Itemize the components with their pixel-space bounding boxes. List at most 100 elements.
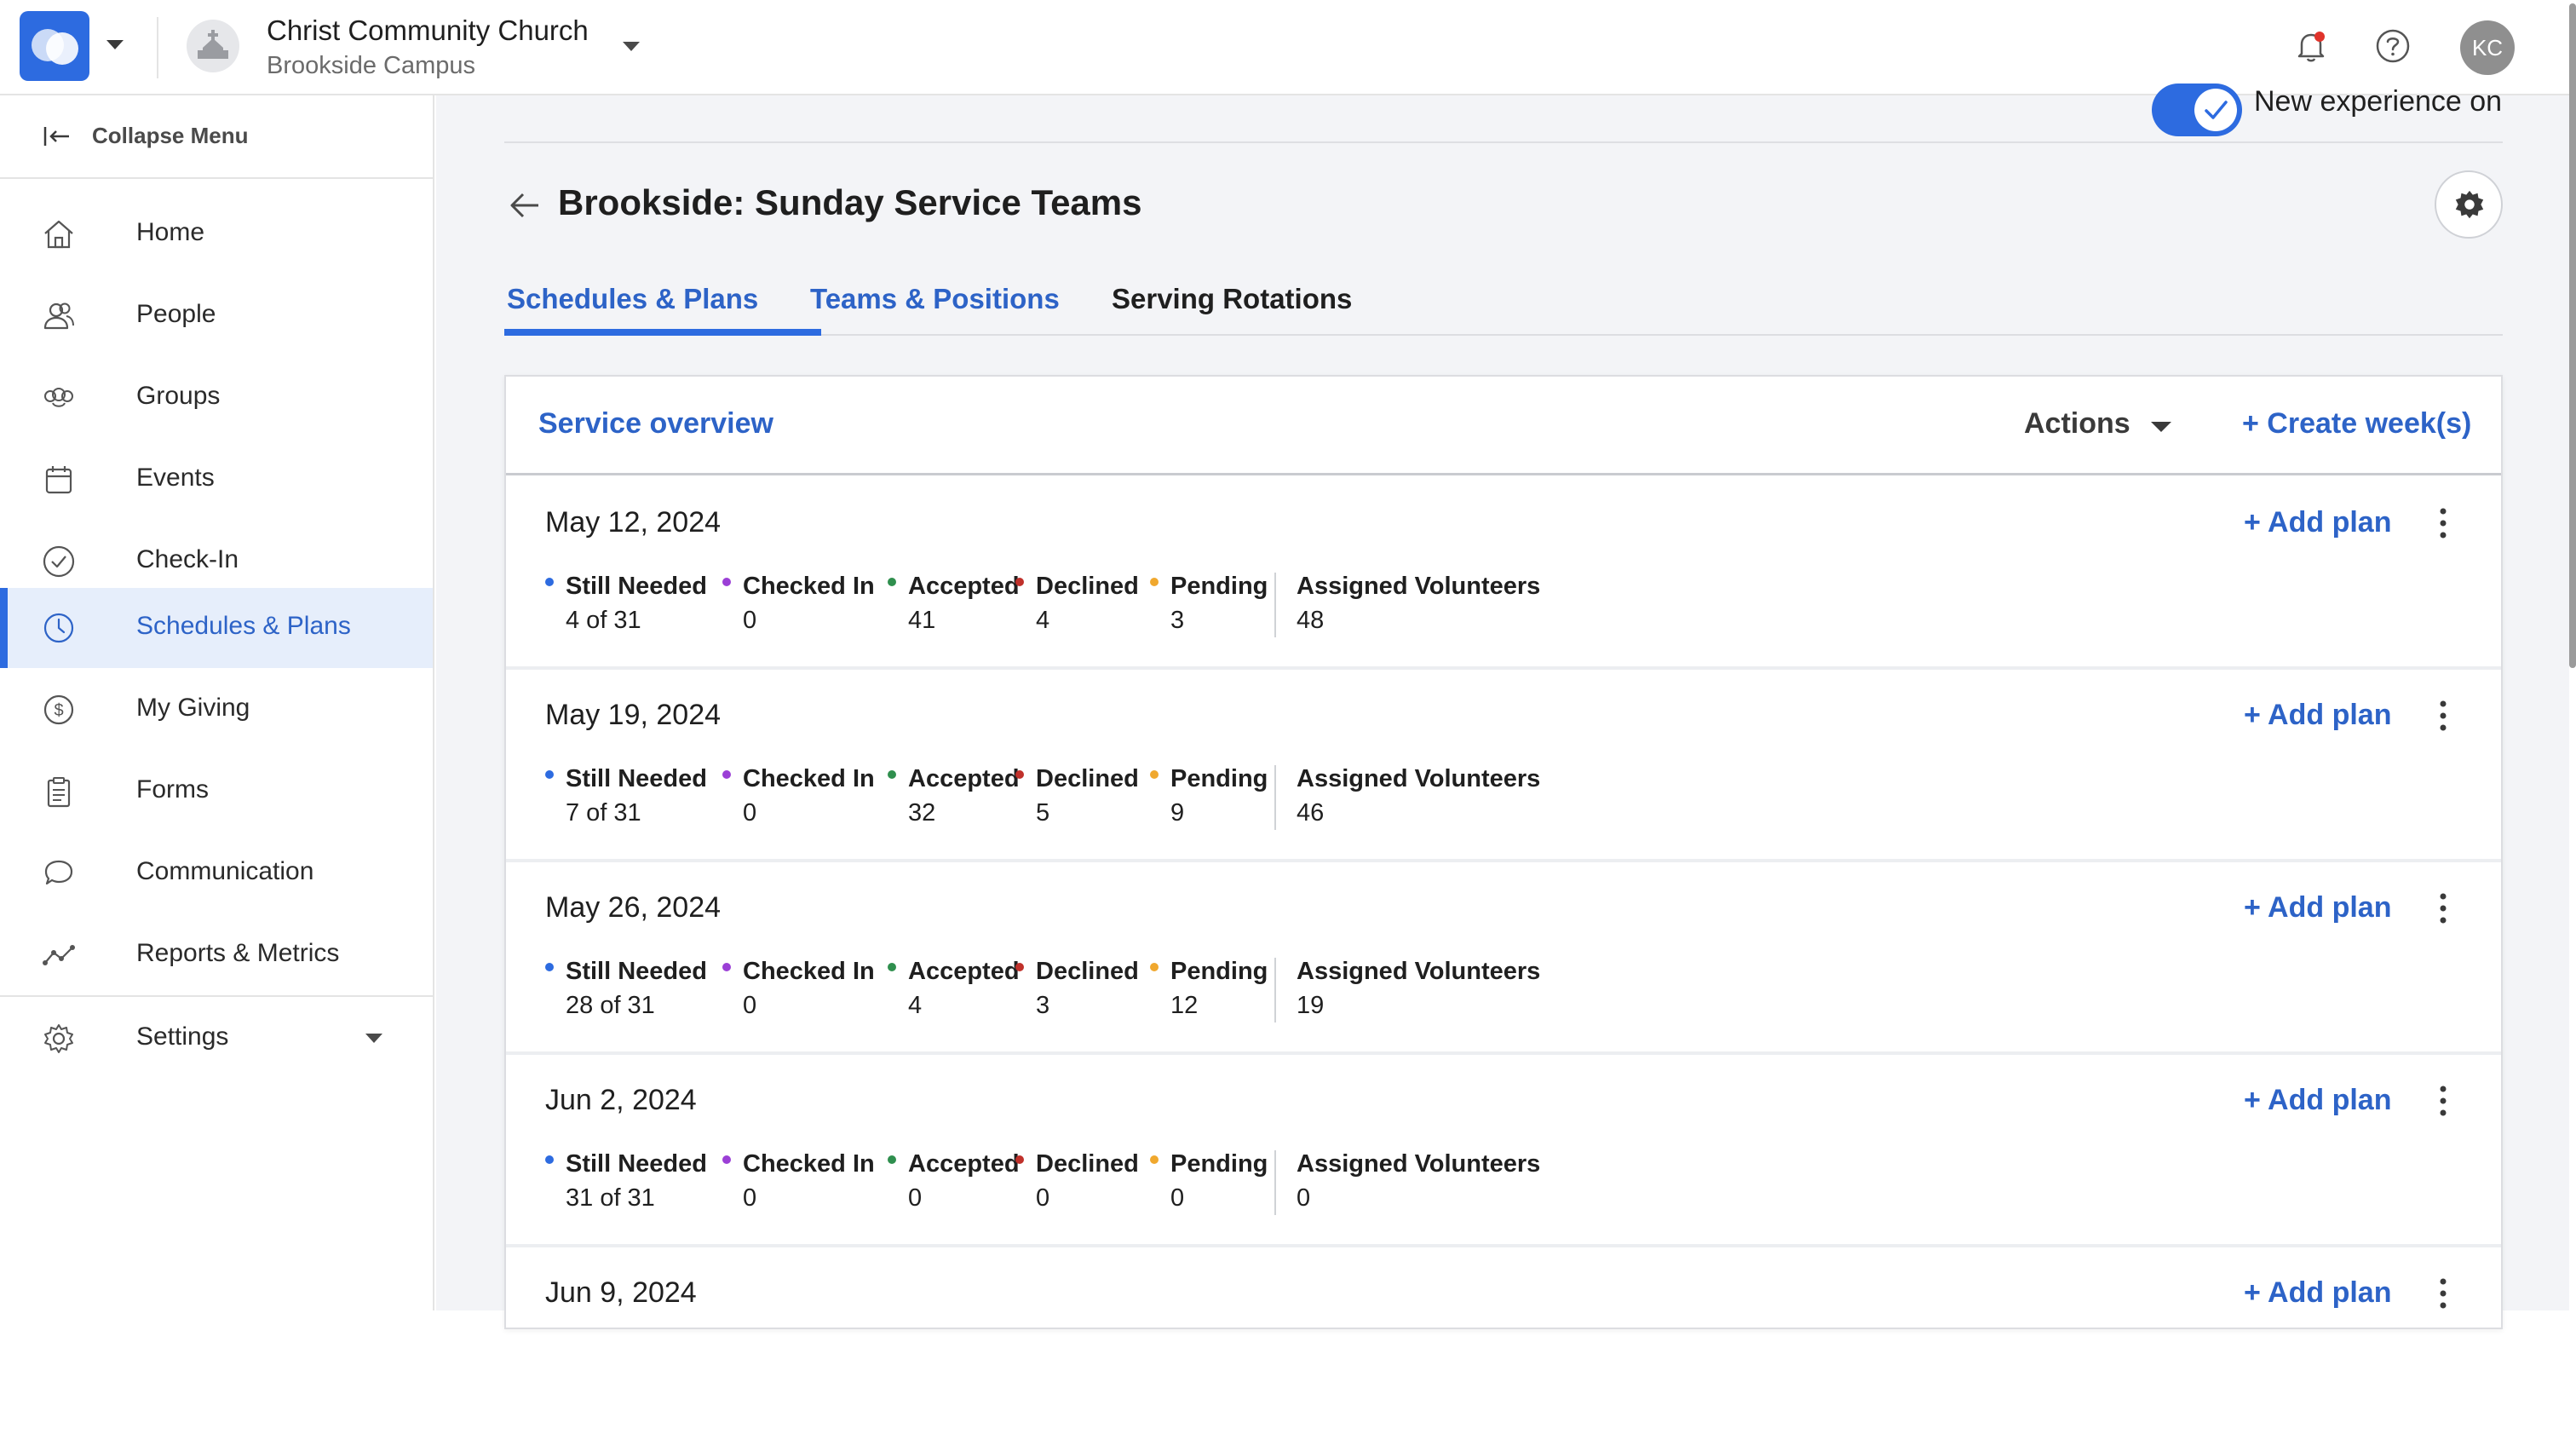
stat-value: 41 [908,607,936,634]
sidebar-item-label: Reports & Metrics [136,939,340,967]
sidebar-item-label: Check-In [136,545,239,573]
chevron-down-icon[interactable] [2150,421,2172,433]
question-icon [2376,29,2410,63]
stat-label: Pending [1170,573,1268,600]
more-options-icon[interactable] [2435,1276,2452,1310]
home-icon [44,220,73,249]
church-icon [198,30,228,59]
clipboard-icon [47,777,71,808]
sidebar-item-people[interactable]: People [0,276,433,356]
checkmark-icon [2205,101,2228,119]
status-dot [545,1155,554,1164]
sidebar-item-events[interactable]: Events [0,440,433,520]
help-button[interactable] [2373,26,2412,66]
metrics-icon [43,945,75,965]
collapse-menu-label: Collapse Menu [92,123,249,148]
tab-teams-positions[interactable]: Teams & Positions [810,283,1060,315]
campus-name[interactable]: Brookside Campus [267,52,475,80]
stat-value: 0 [743,1184,757,1212]
sidebar-item-groups[interactable]: Groups [0,358,433,438]
stat-label: Still Needed [566,1150,707,1178]
status-dot [545,770,554,779]
stat-label: Still Needed [566,958,707,985]
stat-value: 7 of 31 [566,799,641,827]
status-dot [888,963,896,971]
stat-divider [1274,1150,1276,1215]
tab-serving-rotations[interactable]: Serving Rotations [1112,283,1352,315]
week-date[interactable]: May 26, 2024 [545,891,721,924]
stat-value: 19 [1297,992,1325,1019]
status-dot [888,578,896,586]
app-logo[interactable] [20,11,89,81]
dollar-icon: $ [43,694,74,725]
status-dot [722,1155,731,1164]
more-options-icon[interactable] [2435,891,2452,925]
sidebar-item-label: Forms [136,775,209,804]
add-plan-button[interactable]: + Add plan [2244,506,2391,539]
sidebar-item-label: My Giving [136,694,250,722]
status-dot [1015,1155,1024,1164]
stat-label: Pending [1170,1150,1268,1178]
status-dot [545,578,554,586]
page-settings-button[interactable] [2435,170,2503,239]
stat-value: 3 [1036,992,1050,1019]
stat-label: Checked In [743,1150,875,1178]
sidebar-item-label: Events [136,464,215,492]
stat-label: Declined [1036,958,1139,985]
sidebar-item-home[interactable]: Home [0,194,433,274]
stat-label: Declined [1036,765,1139,792]
check-circle-icon [43,545,75,578]
stat-value: 4 of 31 [566,607,641,634]
arrow-left-icon [510,193,538,218]
stat-value: 32 [908,799,936,827]
back-button[interactable] [504,184,547,227]
page-scrollbar[interactable] [2569,3,2576,668]
stat-divider [1274,958,1276,1022]
add-plan-button[interactable]: + Add plan [2244,1276,2391,1310]
new-experience-toggle[interactable] [2152,84,2242,136]
add-plan-button[interactable]: + Add plan [2244,1084,2391,1117]
stat-value: 5 [1036,799,1050,827]
sidebar-item-settings[interactable]: Settings [0,999,433,1079]
week-row: May 19, 2024 + Add plan Still Needed 7 of… [506,670,2501,862]
add-plan-button[interactable]: + Add plan [2244,699,2391,732]
app-switcher-caret-icon[interactable] [106,39,124,51]
sidebar-item-my-giving[interactable]: $ My Giving [0,670,433,750]
week-date[interactable]: Jun 2, 2024 [545,1084,697,1117]
clock-icon [43,613,74,643]
collapse-menu-button[interactable]: Collapse Menu [0,95,433,179]
sidebar-item-reports[interactable]: Reports & Metrics [0,915,433,995]
stat-value: 12 [1170,992,1199,1019]
more-options-icon[interactable] [2435,1084,2452,1118]
week-date[interactable]: May 19, 2024 [545,699,721,732]
create-weeks-button[interactable]: + Create week(s) [2242,407,2471,441]
org-switcher-caret-icon[interactable] [622,41,641,53]
more-options-icon[interactable] [2435,699,2452,733]
sidebar-item-schedules[interactable]: Schedules & Plans [0,588,433,668]
sidebar-item-forms[interactable]: Forms [0,752,433,832]
page-title: Brookside: Sunday Service Teams [558,182,1142,222]
week-row: May 26, 2024 + Add plan Still Needed 28 o… [506,862,2501,1055]
actions-button[interactable]: Actions [2024,407,2130,441]
logo-mark-icon [32,29,78,65]
tab-schedules-plans[interactable]: Schedules & Plans [507,283,758,315]
week-date[interactable]: May 12, 2024 [545,506,721,539]
org-name[interactable]: Christ Community Church [267,14,589,47]
service-overview-link[interactable]: Service overview [538,407,773,441]
stat-label: Assigned Volunteers [1297,1150,1541,1178]
add-plan-button[interactable]: + Add plan [2244,891,2391,924]
more-options-icon[interactable] [2435,506,2452,540]
stat-label: Checked In [743,958,875,985]
toggle-knob [2194,89,2237,131]
notifications-button[interactable] [2291,26,2331,66]
week-date[interactable]: Jun 9, 2024 [545,1276,697,1310]
user-avatar[interactable]: KC [2460,20,2515,75]
stat-label: Still Needed [566,765,707,792]
stat-value: 0 [743,799,757,827]
org-avatar[interactable] [187,20,239,72]
sidebar-item-communication[interactable]: Communication [0,833,433,913]
calendar-icon [45,466,72,494]
status-dot [1015,578,1024,586]
assigned-volunteers-stat: Assigned Volunteers 0 [1297,1150,1541,1212]
chevron-down-icon[interactable] [365,1033,383,1045]
